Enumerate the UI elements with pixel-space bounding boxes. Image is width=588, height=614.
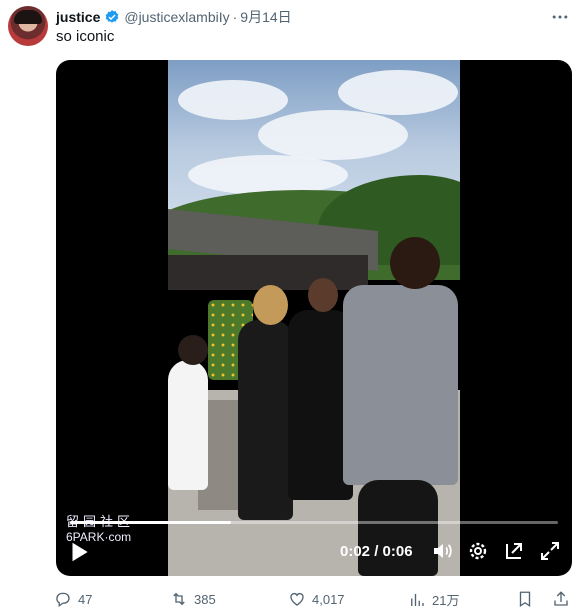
tweet-header: justice @justicexlambiIy · 9月14日 — [56, 7, 578, 27]
like-action[interactable]: 4,017 — [288, 590, 345, 608]
reply-icon — [56, 592, 70, 608]
fullscreen-icon[interactable] — [538, 539, 562, 563]
retweet-count: 385 — [194, 591, 216, 607]
time-separator: / — [374, 543, 379, 560]
ellipsis-icon[interactable] — [550, 7, 570, 27]
display-name[interactable]: justice — [56, 9, 100, 25]
verified-badge-icon — [106, 10, 119, 23]
user-handle[interactable]: @justicexlambiIy — [124, 9, 229, 25]
video-player[interactable]: 留园社区 6PARK·com 0:02 / 0:06 — [56, 60, 572, 576]
views-count: 21万 — [432, 593, 460, 608]
volume-icon[interactable] — [430, 539, 454, 563]
video-frame — [168, 60, 460, 576]
duration: 0:06 — [382, 543, 413, 560]
play-icon[interactable] — [66, 539, 92, 565]
like-count: 4,017 — [312, 591, 345, 607]
avatar[interactable] — [8, 6, 48, 46]
pip-icon[interactable] — [502, 539, 526, 563]
reply-count: 47 — [78, 591, 93, 607]
video-progress-bar[interactable] — [70, 521, 558, 524]
separator-dot: · — [232, 9, 238, 25]
retweet-icon — [173, 592, 185, 606]
tweet-actions: 47 385 4,017 21万 — [50, 590, 572, 610]
bookmark-icon[interactable] — [516, 590, 534, 608]
video-controls: 0:02 / 0:06 — [56, 536, 572, 566]
retweet-action[interactable]: 385 — [170, 590, 216, 608]
current-time: 0:02 — [340, 543, 371, 560]
settings-gear-icon[interactable] — [466, 539, 490, 563]
video-progress-fill — [70, 521, 232, 524]
views-action[interactable]: 21万 — [408, 590, 459, 609]
reply-action[interactable]: 47 — [54, 590, 92, 608]
tweet-text: so iconic — [56, 28, 115, 45]
heart-icon — [290, 593, 304, 606]
tweet-date[interactable]: 9月14日 — [240, 7, 291, 27]
share-icon[interactable] — [552, 590, 570, 608]
views-chart-icon — [411, 593, 424, 606]
video-time: 0:02 / 0:06 — [340, 543, 413, 560]
